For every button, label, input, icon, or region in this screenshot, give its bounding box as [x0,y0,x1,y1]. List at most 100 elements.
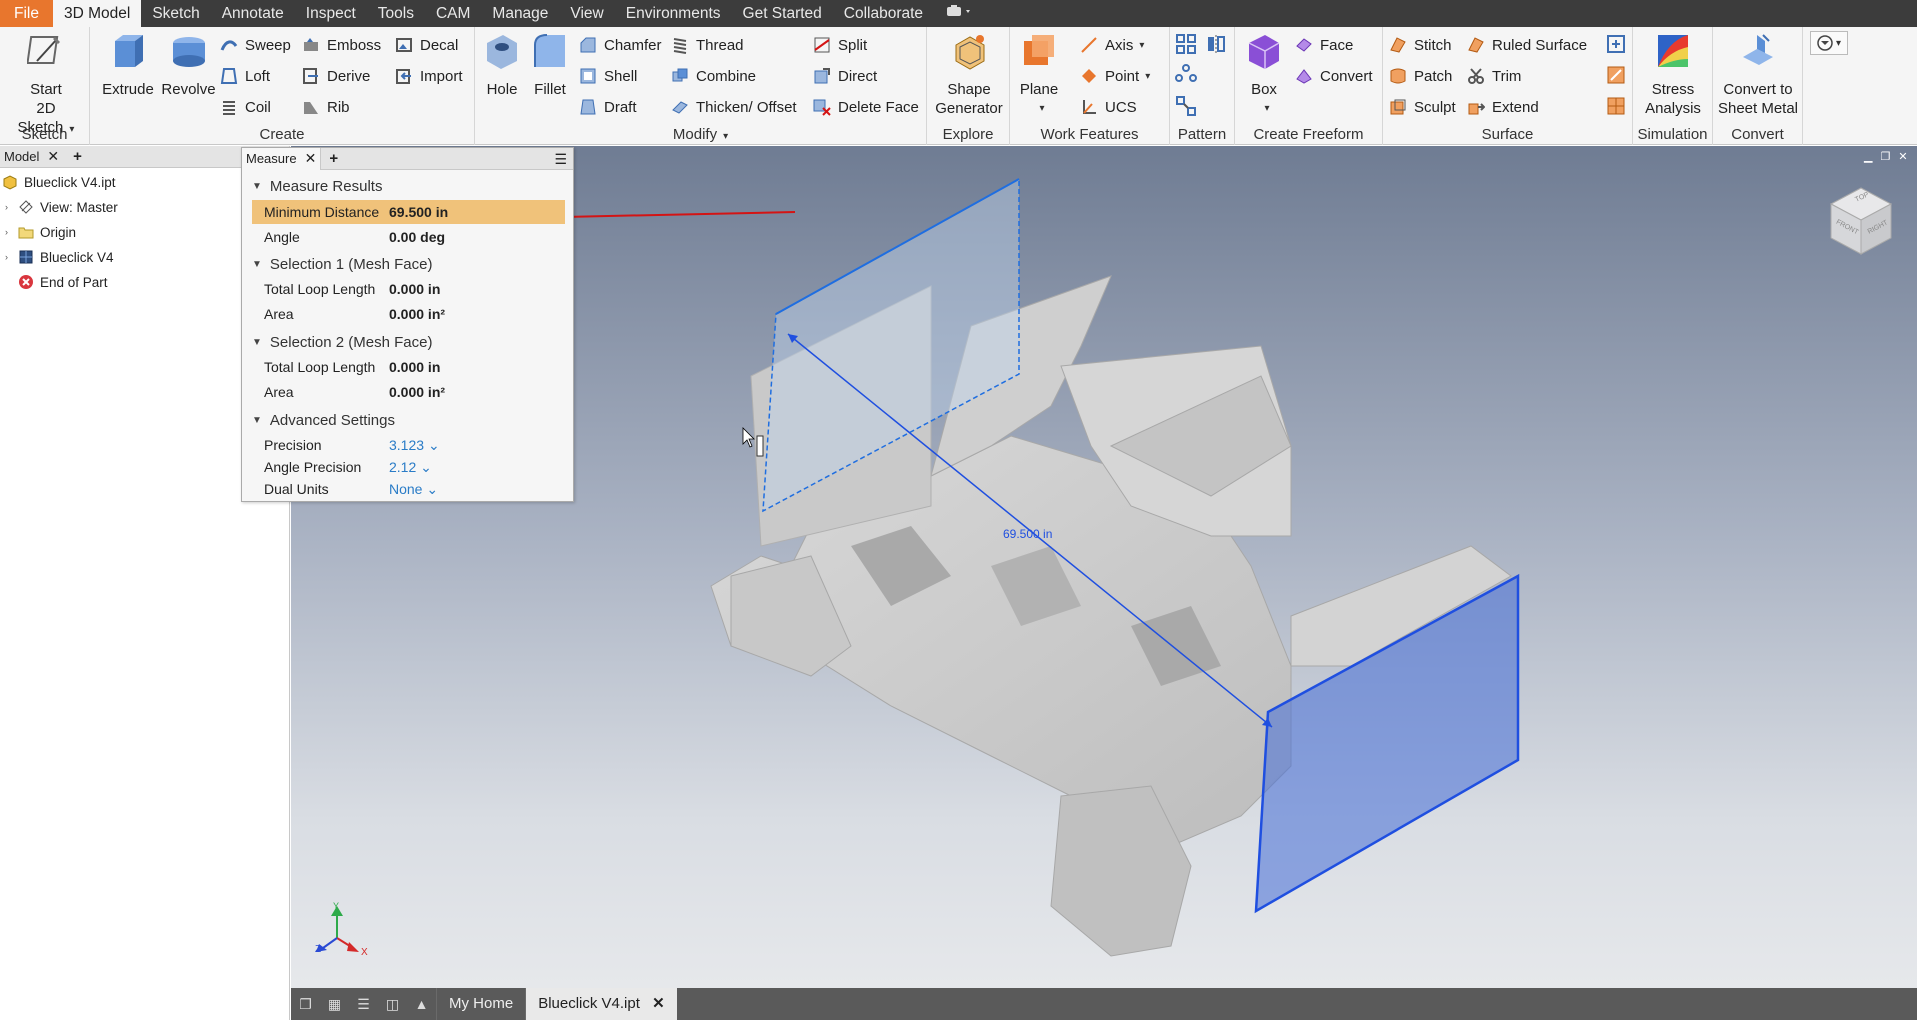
measure-results-header[interactable]: ▼ Measure Results [252,175,382,197]
menu-tab-environments[interactable]: Environments [615,0,732,27]
plane-dropdown-caret[interactable]: ▾ [1020,99,1064,118]
group-label-create: Create [259,126,305,143]
menu-tab-inspect[interactable]: Inspect [295,0,367,27]
selection-2-header[interactable]: ▼ Selection 2 (Mesh Face) [252,331,432,353]
menu-tab-annotate[interactable]: Annotate [211,0,295,27]
decal-button[interactable]: Decal [395,33,458,57]
plane-button[interactable]: Plane ▾ [1014,31,1064,118]
cascade-windows-icon[interactable]: ❐ [291,988,320,1020]
ribbon-options-button[interactable]: ▾ [1810,31,1848,55]
split-button[interactable]: Split [813,33,867,57]
trim-button[interactable]: Trim [1467,64,1521,88]
close-viewport-icon[interactable]: ✕ [1898,150,1907,163]
close-icon[interactable]: ✕ [305,150,317,167]
tree-item-origin[interactable]: › Origin [5,221,76,243]
tile-windows-icon[interactable]: ▦ [320,988,349,1020]
add-browser-tab-button[interactable]: + [69,148,86,165]
menu-tab-collaborate[interactable]: Collaborate [833,0,934,27]
minimum-distance-row[interactable]: Minimum Distance 69.500 in [252,200,565,224]
angle-label: Angle [264,229,300,245]
mirror-icon[interactable] [1205,33,1227,55]
advanced-settings-header[interactable]: ▼ Advanced Settings [252,409,395,431]
close-icon[interactable]: ✕ [652,995,665,1012]
browser-tab-model[interactable]: Model ✕ [0,148,63,165]
plane-icon [1024,35,1054,65]
sketch-driven-pattern-icon[interactable] [1175,95,1197,117]
precision-dropdown[interactable]: 3.123 ⌄ [389,437,440,454]
sculpt-button[interactable]: Sculpt [1389,95,1456,119]
coil-button[interactable]: Coil [220,95,271,119]
extend-button[interactable]: Extend [1467,95,1539,119]
draft-button[interactable]: Draft [579,95,637,119]
selection-2-area-value: 0.000 in² [389,384,446,400]
tree-item-body[interactable]: › Blueclick V4 [5,246,114,268]
shell-button[interactable]: Shell [579,64,637,88]
extrude-button[interactable]: Extrude [98,31,158,99]
chamfer-button[interactable]: Chamfer [579,33,662,57]
replace-face-icon[interactable] [1605,33,1627,55]
tab-list-up-icon[interactable]: ▲ [407,988,436,1020]
menu-tab-cam[interactable]: CAM [425,0,481,27]
patch-button[interactable]: Patch [1389,64,1452,88]
group-label-modify[interactable]: Modify ▾ [475,126,926,143]
stress-analysis-button[interactable]: Stress Analysis [1637,31,1709,118]
menu-tab-3d-model[interactable]: 3D Model [52,0,142,27]
ucs-button[interactable]: UCS [1080,95,1137,119]
start-2d-sketch-button[interactable]: Start 2D Sketch ▾ [6,31,86,139]
combine-button[interactable]: Combine [671,64,756,88]
fillet-button[interactable]: Fillet [525,31,575,99]
delete-face-button[interactable]: Delete Face [813,95,919,119]
tab-my-home[interactable]: My Home [436,988,525,1020]
axis-button[interactable]: Axis ▾ [1080,33,1144,57]
tree-item-part[interactable]: Blueclick V4.ipt [2,171,116,193]
menu-tab-file[interactable]: File [0,0,53,27]
convert-to-sheet-metal-button[interactable]: Convert to Sheet Metal [1715,31,1801,118]
direct-button[interactable]: Direct [813,64,877,88]
close-icon[interactable]: ✕ [47,148,59,165]
loft-button[interactable]: Loft [220,64,270,88]
derive-button[interactable]: Derive [302,64,370,88]
restore-icon[interactable]: ❐ [1880,150,1890,163]
freeform-convert-button[interactable]: Convert [1295,64,1373,88]
menu-tab-tools[interactable]: Tools [367,0,425,27]
tab-blueclick-v4[interactable]: Blueclick V4.ipt ✕ [525,988,677,1020]
menu-tab-get-started[interactable]: Get Started [732,0,833,27]
tree-item-end-of-part[interactable]: End of Part [18,271,108,293]
selection-1-header[interactable]: ▼ Selection 1 (Mesh Face) [252,253,432,275]
chevron-down-icon: ⌄ [426,480,439,497]
box-dropdown-caret[interactable]: ▾ [1245,99,1289,118]
emboss-button[interactable]: Emboss [302,33,381,57]
stitch-button[interactable]: Stitch [1389,33,1452,57]
box-button[interactable]: Box ▾ [1239,31,1289,118]
angle-precision-dropdown[interactable]: 2.12 ⌄ [389,459,432,476]
view-cube[interactable]: TOP FRONT RIGHT [1821,180,1901,260]
panel-menu-icon[interactable]: ☰ [554,151,567,168]
tree-item-view-master[interactable]: › View: Master [5,196,118,218]
menu-tab-sketch[interactable]: Sketch [141,0,210,27]
quick-access-dropdown[interactable] [934,0,984,27]
fit-mesh-face-icon[interactable] [1605,95,1627,117]
dual-units-dropdown[interactable]: None ⌄ [389,481,438,498]
menu-tab-view[interactable]: View [559,0,614,27]
angle-precision-label: Angle Precision [264,459,362,475]
arrange-vertical-icon[interactable]: ◫ [378,988,407,1020]
hole-button[interactable]: Hole [477,31,527,99]
thread-button[interactable]: Thread [671,33,744,57]
menu-tab-manage[interactable]: Manage [481,0,559,27]
minimize-icon[interactable]: ▁ [1864,150,1872,163]
freeform-face-button[interactable]: Face [1295,33,1353,57]
measure-tab[interactable]: Measure ✕ [242,147,322,170]
ruled-surface-button[interactable]: Ruled Surface [1467,33,1587,57]
circular-pattern-icon[interactable] [1175,64,1197,86]
add-panel-tab-button[interactable]: + [329,150,338,167]
point-button[interactable]: Point ▾ [1080,64,1150,88]
revolve-button[interactable]: Revolve [156,31,221,99]
rib-button[interactable]: Rib [302,95,350,119]
import-button[interactable]: Import [395,64,463,88]
thicken-offset-button[interactable]: Thicken/ Offset [671,95,797,119]
arrange-horizontal-icon[interactable]: ☰ [349,988,378,1020]
repair-bodies-icon[interactable] [1605,64,1627,86]
sweep-button[interactable]: Sweep [220,33,291,57]
rectangular-pattern-icon[interactable] [1175,33,1197,55]
shape-generator-button[interactable]: Shape Generator [931,31,1007,118]
